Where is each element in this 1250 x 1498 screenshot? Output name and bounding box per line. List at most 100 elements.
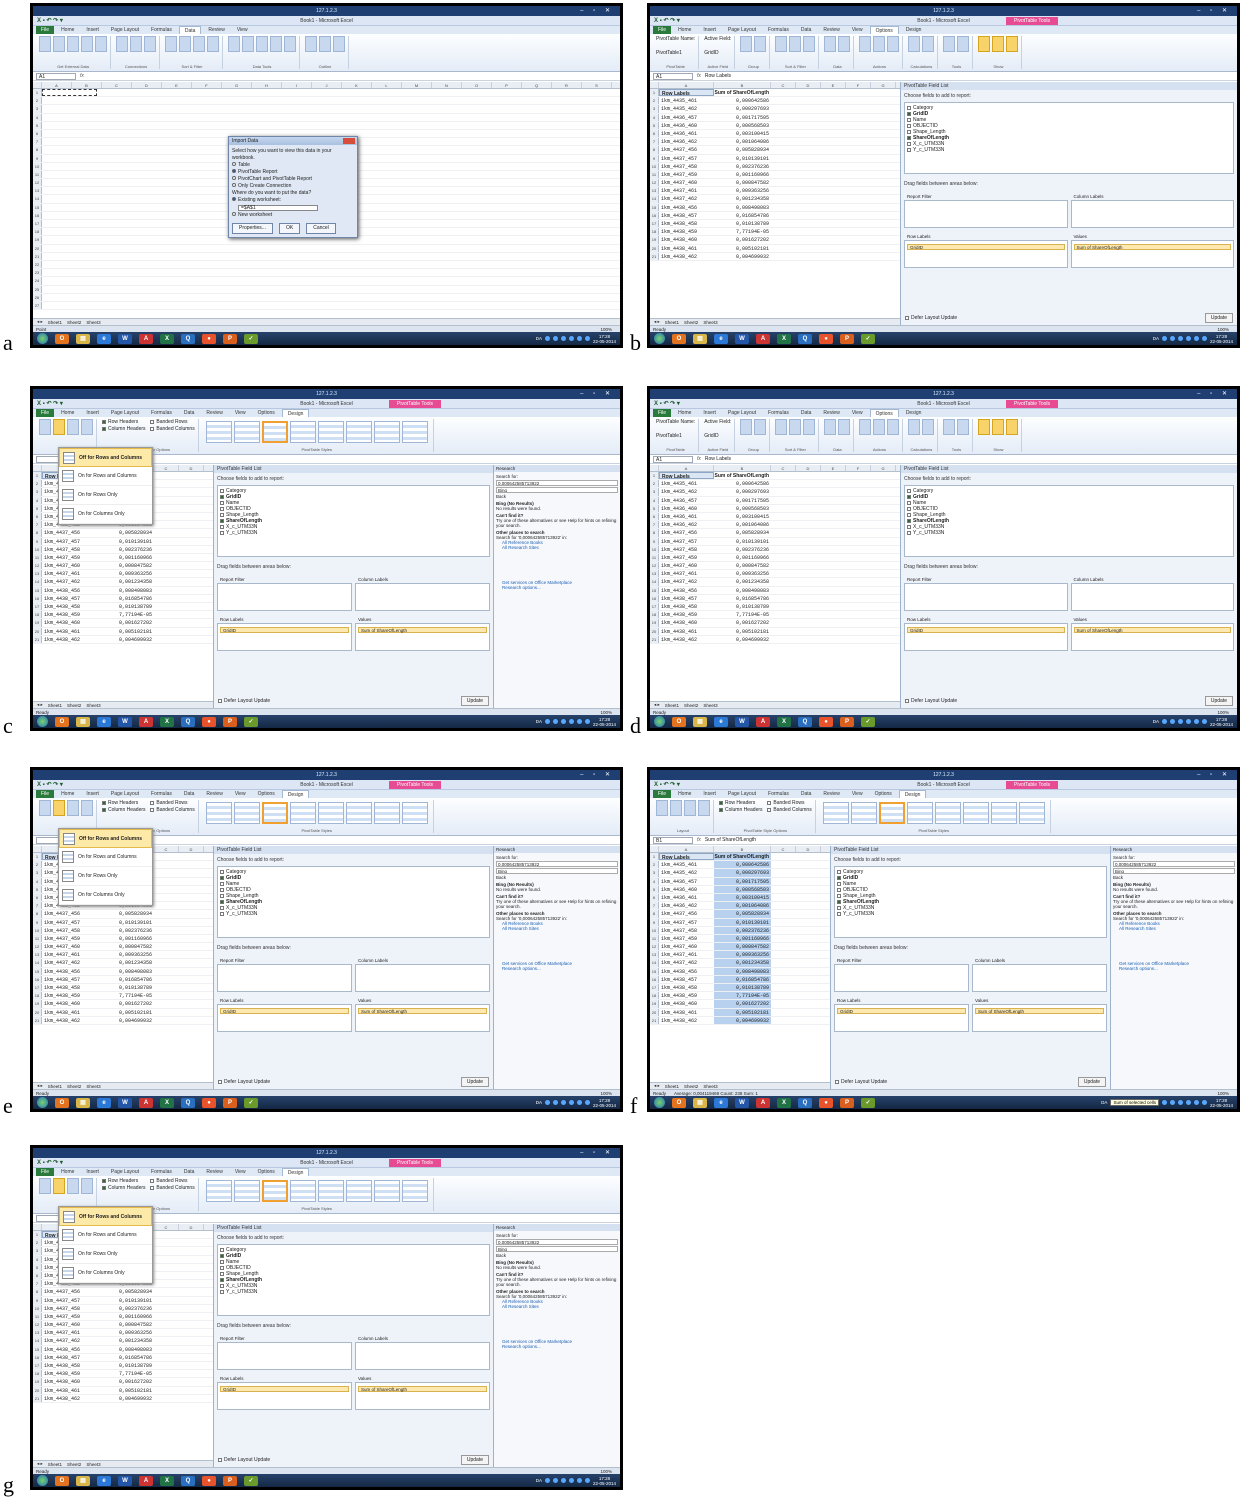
row-number[interactable]: 5 — [650, 885, 659, 893]
cell-row-label[interactable]: 1km_4438_461 — [42, 1009, 97, 1016]
layout-button-blank-rows[interactable] — [81, 800, 93, 816]
report-filter-area[interactable]: Report Filter — [904, 577, 1068, 611]
cell-value[interactable]: 0,004699932 — [97, 1395, 154, 1402]
cell-row-label[interactable]: 1km_4437_460 — [42, 943, 97, 950]
cell-value[interactable]: 0,001160966 — [714, 171, 771, 178]
start-button[interactable] — [654, 716, 665, 727]
tray-icon[interactable] — [552, 1100, 558, 1105]
row-number[interactable]: 19 — [650, 236, 659, 244]
row-number[interactable]: 15 — [33, 1345, 42, 1353]
checkbox[interactable] — [907, 148, 911, 152]
sheet-tab-sheet3[interactable]: Sheet3 — [703, 320, 717, 325]
search-input[interactable]: 0,000642585713922 — [1113, 861, 1235, 867]
cell-row-label[interactable]: 1km_4437_462 — [659, 959, 714, 966]
style-option[interactable]: Banded Columns — [150, 1185, 195, 1191]
cell-value[interactable]: 0,001160966 — [97, 1313, 154, 1320]
cell-row-label[interactable]: 1km_4437_458 — [659, 927, 714, 934]
checkbox[interactable] — [907, 112, 911, 116]
style-option[interactable]: Column Headers — [102, 426, 146, 432]
checkbox[interactable] — [220, 1266, 224, 1270]
column-header-F[interactable]: F — [846, 465, 871, 471]
sheet-tab-sheet2[interactable]: Sheet2 — [684, 703, 698, 708]
ribbon-button-icon[interactable] — [789, 419, 802, 435]
checkbox[interactable] — [907, 489, 911, 493]
cell-value[interactable]: 0,001234358 — [714, 959, 771, 967]
row-number[interactable]: 21 — [33, 252, 42, 260]
row-labels-area[interactable]: Row Labels GridID — [217, 617, 352, 651]
ribbon-button-icon[interactable] — [228, 36, 240, 52]
row-number[interactable]: 18 — [650, 228, 659, 236]
tray-icon[interactable] — [584, 1478, 590, 1483]
grand-totals-option[interactable]: Off for Rows and Columns — [59, 1207, 152, 1226]
checkbox[interactable] — [220, 882, 224, 886]
ribbon-button-icon[interactable] — [887, 36, 900, 52]
checkbox[interactable] — [102, 801, 106, 805]
ribbon-button-icon[interactable] — [957, 419, 970, 435]
view-option[interactable]: PivotTable Report — [232, 169, 354, 176]
checkbox[interactable] — [837, 900, 841, 904]
start-button[interactable] — [37, 333, 48, 344]
source-select[interactable]: Bing — [496, 1246, 618, 1252]
worksheet-grid[interactable]: ABCD1Row LabelsSum of ShareOfLength21km_… — [650, 846, 830, 1089]
cell[interactable] — [42, 228, 97, 235]
value-field-item[interactable]: Sum of ShareOfLength — [975, 1008, 1104, 1014]
taskbar-app-icon[interactable]: P — [840, 716, 854, 727]
sheet-tab-sheet3[interactable]: Sheet3 — [86, 1462, 100, 1467]
taskbar-app-icon[interactable]: ✓ — [244, 333, 258, 344]
row-number[interactable]: 27 — [33, 301, 42, 310]
row-number[interactable]: 12 — [33, 179, 42, 187]
checkbox[interactable] — [150, 808, 155, 812]
taskbar-app-icon[interactable]: ▤ — [76, 1475, 90, 1486]
column-labels-area[interactable]: Column Labels — [972, 958, 1107, 992]
field-item[interactable]: Y_c_UTM33N — [220, 1289, 487, 1295]
taskbar-app-icon[interactable]: O — [672, 333, 686, 344]
row-number[interactable]: 24 — [33, 277, 42, 285]
tray-icon[interactable] — [568, 1478, 574, 1483]
tray-icon[interactable] — [1201, 336, 1207, 341]
row-number[interactable]: 18 — [33, 228, 42, 236]
style-swatch[interactable] — [878, 802, 905, 824]
cell-row-label[interactable]: 1km_4437_456 — [659, 910, 714, 917]
row-number[interactable]: 17 — [33, 220, 42, 228]
column-header-E[interactable]: E — [162, 82, 192, 88]
row-number[interactable]: 20 — [650, 244, 659, 252]
row-number[interactable]: 1 — [33, 853, 42, 861]
taskbar-app-icon[interactable]: W — [118, 333, 132, 344]
tray-icon[interactable] — [1201, 719, 1207, 724]
active-field[interactable]: GridID — [704, 50, 731, 56]
row-number[interactable]: 10 — [33, 926, 42, 934]
cell-row-label[interactable]: 1km_4438_461 — [659, 628, 714, 635]
ribbon-button-icon[interactable] — [333, 36, 345, 52]
cell-row-label[interactable]: 1km_4438_462 — [42, 1395, 97, 1402]
checkbox[interactable] — [837, 906, 841, 910]
cell-value[interactable]: 0,000847582 — [97, 943, 154, 950]
cell[interactable] — [42, 171, 97, 178]
ribbon-button-icon[interactable] — [95, 36, 107, 52]
row-number[interactable]: 12 — [33, 562, 42, 570]
window-controls[interactable]: – ▫ ✕ — [580, 1149, 614, 1156]
sheet-tab-sheet3[interactable]: Sheet3 — [703, 1084, 717, 1089]
style-swatch[interactable] — [906, 802, 933, 824]
tab-options[interactable]: Options — [253, 790, 280, 798]
tab-options[interactable]: Options — [870, 790, 897, 798]
tab-data[interactable]: Data — [178, 26, 202, 34]
tab-options[interactable]: Options — [253, 1168, 280, 1176]
row-field-item[interactable]: GridID — [907, 244, 1065, 250]
cell-value[interactable]: 0,008498083 — [714, 587, 771, 594]
taskbar-app-icon[interactable]: ● — [819, 333, 833, 344]
cell-row-label[interactable]: 1km_4438_461 — [42, 628, 97, 635]
ribbon-button-icon[interactable] — [53, 36, 65, 52]
sheet-tab-sheet3[interactable]: Sheet3 — [86, 1084, 100, 1089]
column-header-C[interactable]: C — [771, 82, 796, 88]
cell[interactable] — [42, 212, 97, 219]
taskbar-app-icon[interactable]: e — [714, 333, 728, 344]
style-swatch[interactable] — [289, 421, 316, 443]
fx-icon[interactable]: fx — [697, 73, 701, 79]
ribbon-button-icon[interactable] — [978, 419, 991, 435]
cell-value[interactable]: 0,000297693 — [714, 869, 771, 877]
cell[interactable] — [42, 302, 97, 309]
cell-row-label[interactable]: 1km_4438_457 — [42, 976, 97, 983]
row-number[interactable]: 16 — [650, 975, 659, 983]
report-filter-area[interactable]: Report Filter — [904, 194, 1068, 228]
taskbar-app-icon[interactable]: ▤ — [693, 1097, 707, 1108]
